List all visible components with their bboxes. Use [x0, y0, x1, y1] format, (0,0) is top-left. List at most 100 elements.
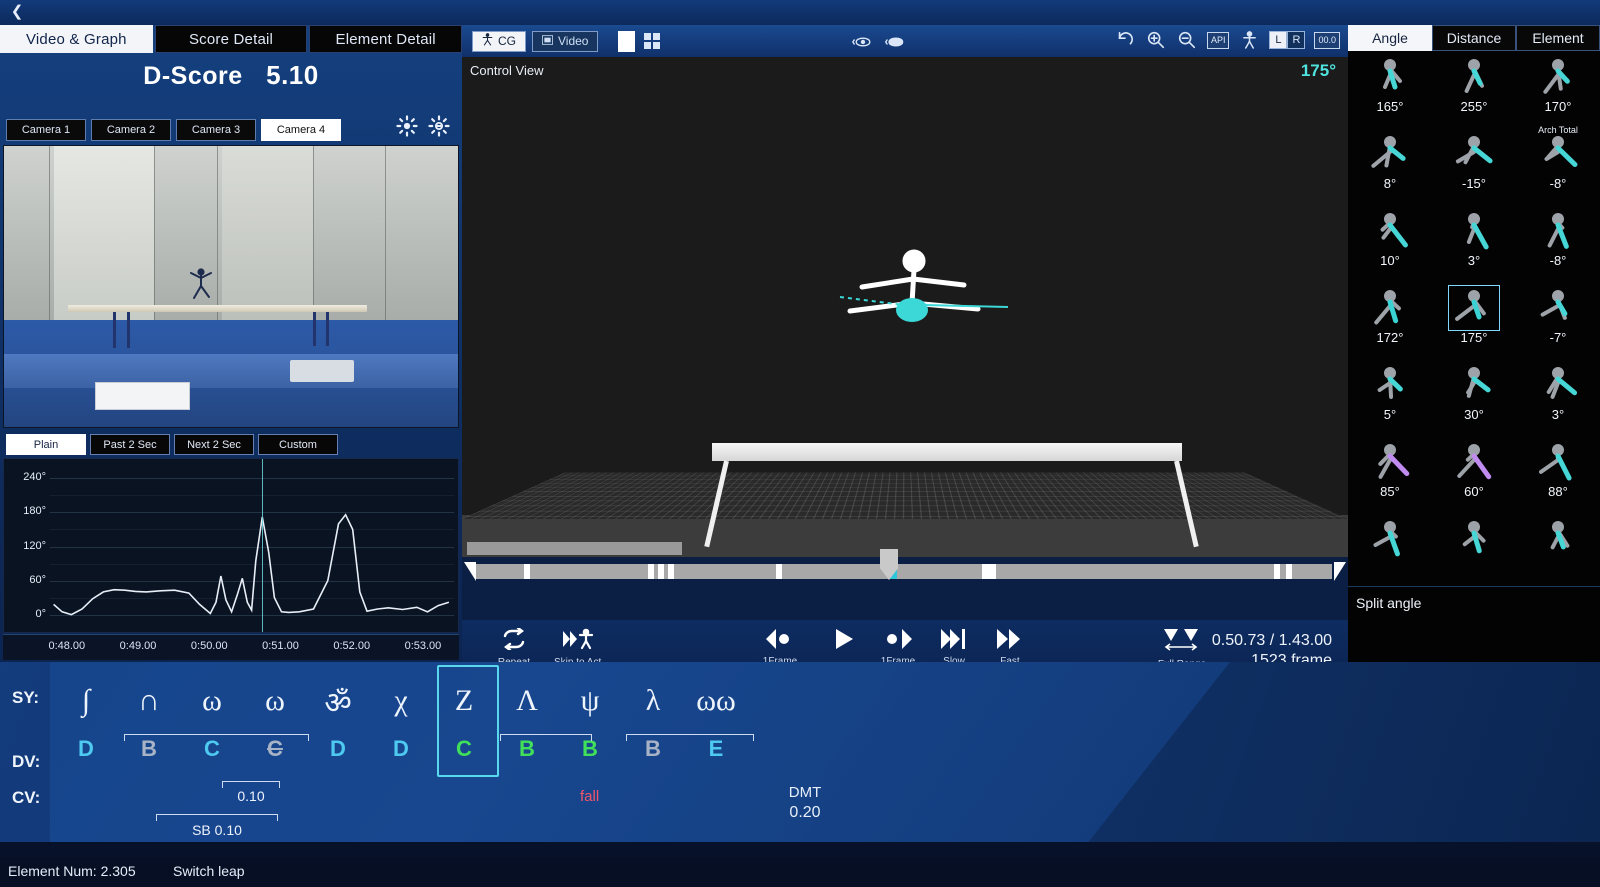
back-arrow-icon[interactable]: ❮ — [6, 2, 28, 22]
element-symbol-9-icon[interactable]: ψ — [559, 670, 621, 732]
angle-cell-15[interactable]: 3° — [1516, 359, 1600, 436]
dv-value-5[interactable]: D — [307, 736, 369, 762]
angle-cell-8[interactable]: 3° — [1432, 205, 1516, 282]
angle-cell-4[interactable]: 8° — [1348, 128, 1432, 205]
camera-4-button[interactable]: Camera 4 — [261, 119, 341, 141]
tab-element[interactable]: Element — [1516, 25, 1600, 51]
element-symbol-11-icon[interactable]: ωω — [685, 670, 747, 732]
element-symbol-8-icon[interactable]: Λ — [496, 670, 558, 732]
arch-lower-icon — [1451, 134, 1497, 174]
camera-selector: Camera 1 Camera 2 Camera 3 Camera 4 — [6, 119, 456, 141]
angle-cell-21[interactable] — [1516, 513, 1600, 586]
brightness-gear-icon[interactable] — [396, 115, 418, 137]
angle-cell-1[interactable]: 165° — [1348, 51, 1432, 128]
video-mode-button[interactable]: Video — [532, 30, 599, 52]
element-symbol-1-icon[interactable]: ∫ — [55, 670, 117, 732]
pose-extra-2-icon — [1451, 519, 1497, 559]
angle-cell-14[interactable]: 30° — [1432, 359, 1516, 436]
angle-cell-7[interactable]: 10° — [1348, 205, 1432, 282]
angle-cell-11[interactable]: 175° — [1432, 282, 1516, 359]
tab-angle[interactable]: Angle — [1348, 25, 1432, 51]
gymnast-figure — [188, 267, 214, 301]
graph-tab-plain[interactable]: Plain — [6, 434, 86, 455]
d-score-label: D-Score — [143, 62, 243, 90]
flip-view-icon[interactable] — [884, 31, 906, 53]
element-symbol-6-icon[interactable]: χ — [370, 670, 432, 732]
left-right-toggle[interactable]: L R — [1269, 31, 1306, 49]
single-pane-icon[interactable] — [618, 30, 636, 52]
angle-value: 255° — [1460, 99, 1488, 114]
undo-rotate-icon[interactable] — [1114, 29, 1136, 51]
camera-3-button[interactable]: Camera 3 — [176, 119, 256, 141]
graph-x-tick: 0:51.00 — [262, 640, 299, 652]
dmt-value: 0.20 — [789, 804, 821, 821]
element-symbol-10-icon[interactable]: λ — [622, 670, 684, 732]
3d-viewport[interactable]: Control View 175° — [462, 57, 1348, 587]
cg-mode-button[interactable]: CG — [472, 30, 526, 52]
angle-value: 60° — [1464, 484, 1484, 499]
dv-value-6[interactable]: D — [370, 736, 432, 762]
viewport-angle-readout: 175° — [1300, 61, 1336, 80]
prev-frame-icon — [750, 628, 810, 654]
quad-pane-icon[interactable] — [644, 33, 661, 49]
timeline-scrubber[interactable] — [462, 549, 1348, 587]
arch-upper-icon — [1367, 134, 1413, 174]
sb-value: SB 0.10 — [192, 822, 242, 838]
angle-value: -8° — [1549, 176, 1567, 191]
dv-value-1[interactable]: D — [55, 736, 117, 762]
angle-cell-5[interactable]: -15° — [1432, 128, 1516, 205]
angle-graph[interactable]: 0° 60° 120° 180° 240° — [3, 458, 459, 633]
front-split-icon — [1367, 288, 1413, 328]
camera-2-button[interactable]: Camera 2 — [91, 119, 171, 141]
graph-tab-past-2-sec[interactable]: Past 2 Sec — [90, 434, 170, 455]
contrast-gear-icon[interactable] — [428, 115, 450, 137]
tab-video-graph[interactable]: Video & Graph — [0, 25, 153, 53]
graph-tab-next-2-sec[interactable]: Next 2 Sec — [174, 434, 254, 455]
angle-readout-button[interactable]: 00.0 — [1314, 31, 1340, 49]
dv-value-7[interactable]: C — [433, 736, 495, 762]
camera-1-button[interactable]: Camera 1 — [6, 119, 86, 141]
angle-cell-19[interactable] — [1348, 513, 1432, 586]
angle-cell-2[interactable]: 255° — [1432, 51, 1516, 128]
element-symbol-7-icon[interactable]: Z — [433, 670, 495, 732]
tab-element-detail[interactable]: Element Detail — [309, 25, 463, 53]
gym-curtain-right — [221, 146, 313, 321]
rotate-view-icon[interactable] — [852, 31, 874, 53]
angle-value: 8° — [1383, 176, 1397, 191]
cg-video-toggle: CG Video — [472, 30, 599, 52]
left-side-button[interactable]: L — [1269, 31, 1288, 49]
next-frame-icon — [868, 628, 928, 654]
graph-time-cursor[interactable] — [262, 459, 264, 632]
angle-cell-17[interactable]: 60° — [1432, 436, 1516, 513]
tab-score-detail[interactable]: Score Detail — [154, 25, 308, 53]
angle-cell-16[interactable]: 85° — [1348, 436, 1432, 513]
body-marker-icon[interactable] — [1238, 29, 1260, 51]
angle-cell-3[interactable]: 170° — [1516, 51, 1600, 128]
zoom-in-icon[interactable] — [1145, 29, 1167, 51]
right-side-button[interactable]: R — [1287, 31, 1306, 49]
angle-cell-18[interactable]: 88° — [1516, 436, 1600, 513]
graph-x-tick: 0:50.00 — [190, 640, 228, 652]
play-button[interactable] — [814, 628, 874, 657]
angle-cell-13[interactable]: 5° — [1348, 359, 1432, 436]
api-toggle-button[interactable]: API — [1206, 31, 1230, 49]
straddle-icon — [1535, 442, 1581, 482]
element-symbol-2-icon[interactable]: ∩ — [118, 670, 180, 732]
graph-tab-custom[interactable]: Custom — [258, 434, 338, 455]
tab-distance[interactable]: Distance — [1432, 25, 1516, 51]
graph-x-tick: 0:52.00 — [333, 640, 371, 652]
fall-deduction-label: fall — [580, 788, 600, 805]
element-symbol-3-icon[interactable]: ω — [181, 670, 243, 732]
element-symbol-4-icon[interactable]: ω — [244, 670, 306, 732]
timeline-track[interactable] — [476, 564, 1332, 579]
left-tab-bar: Video & Graph Score Detail Element Detai… — [0, 25, 463, 53]
angle-cell-6[interactable]: Arch Total -8° — [1516, 125, 1600, 205]
zoom-out-icon[interactable] — [1176, 29, 1198, 51]
angle-cell-9[interactable]: -8° — [1516, 205, 1600, 282]
angle-cell-12[interactable]: -7° — [1516, 282, 1600, 359]
title-bar: ❮ — [0, 0, 1600, 25]
angle-cell-10[interactable]: 172° — [1348, 282, 1432, 359]
camera-video-view[interactable] — [3, 145, 459, 428]
element-symbol-5-icon[interactable]: ॐ — [307, 670, 369, 732]
angle-cell-20[interactable] — [1432, 513, 1516, 586]
